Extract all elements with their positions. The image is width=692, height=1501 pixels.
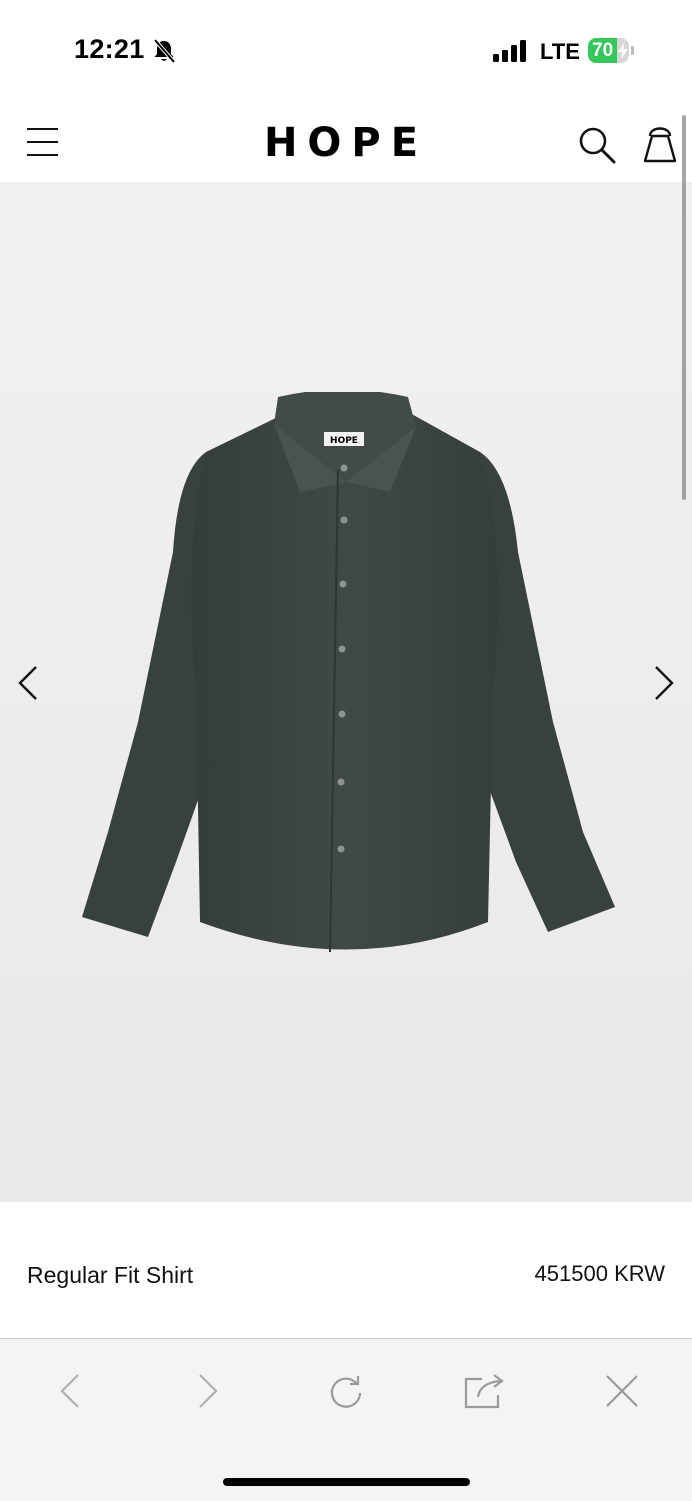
site-header: HOPE bbox=[0, 100, 692, 182]
product-image-gallery[interactable]: HOPE bbox=[0, 182, 692, 1202]
network-type: LTE bbox=[540, 39, 580, 64]
shirt-label: HOPE bbox=[330, 436, 358, 446]
reload-icon[interactable] bbox=[326, 1371, 366, 1416]
bell-slash-icon bbox=[152, 38, 176, 69]
close-icon[interactable] bbox=[604, 1371, 640, 1416]
status-time: 12:21 bbox=[74, 34, 145, 64]
product-info: Regular Fit Shirt 451500 KRW bbox=[0, 1202, 692, 1338]
search-icon[interactable] bbox=[578, 126, 618, 171]
browser-toolbar bbox=[0, 1338, 692, 1501]
share-icon[interactable] bbox=[462, 1371, 506, 1416]
shopping-bag-icon[interactable] bbox=[642, 124, 678, 169]
product-name[interactable]: Regular Fit Shirt bbox=[27, 1262, 193, 1289]
forward-icon[interactable] bbox=[196, 1371, 220, 1416]
home-indicator[interactable] bbox=[223, 1478, 470, 1486]
back-icon[interactable] bbox=[58, 1371, 82, 1416]
battery-percent: 70 bbox=[592, 40, 614, 61]
chevron-left-icon[interactable] bbox=[16, 665, 40, 706]
page-scrollbar[interactable] bbox=[682, 115, 686, 500]
cellular-signal-icon bbox=[493, 40, 529, 67]
status-bar: 12:21 LTE 70 bbox=[0, 0, 692, 100]
battery-charging-icon: 70 bbox=[588, 38, 635, 65]
product-price: 451500 KRW bbox=[534, 1261, 665, 1286]
chevron-right-icon[interactable] bbox=[652, 665, 676, 706]
product-image: HOPE bbox=[82, 392, 615, 953]
